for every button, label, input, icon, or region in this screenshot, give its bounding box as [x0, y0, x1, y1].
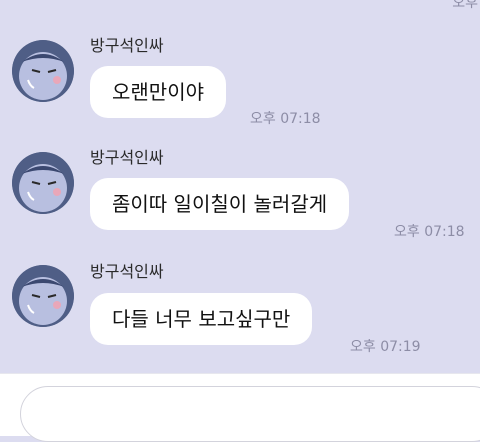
avatar-face-icon: [12, 152, 74, 214]
chat-area: 오후 방구석인싸 오랜만이야 오후 07:18 방구석인싸 좀이따 일이칠이 놀…: [0, 0, 480, 373]
message-time: 오후 07:19: [350, 339, 421, 355]
sender-avatar[interactable]: [12, 265, 74, 327]
message-time: 오후 07:18: [250, 111, 321, 127]
sender-name: 방구석인싸: [90, 262, 164, 281]
sender-avatar[interactable]: [12, 152, 74, 214]
sender-avatar[interactable]: [12, 40, 74, 102]
sender-name: 방구석인싸: [90, 148, 164, 167]
message-bubble[interactable]: 다들 너무 보고싶구만: [90, 293, 313, 345]
message-bubble[interactable]: 오랜만이야: [90, 66, 226, 118]
message-bubble[interactable]: 좀이따 일이칠이 놀러갈게: [90, 178, 350, 230]
message-time: 오후 07:18: [394, 224, 465, 240]
message-input[interactable]: [20, 386, 480, 442]
sender-name: 방구석인싸: [90, 36, 164, 55]
previous-message-time: 오후: [452, 0, 478, 11]
avatar-face-icon: [12, 40, 74, 102]
message-composer: [0, 373, 480, 442]
avatar-face-icon: [12, 265, 74, 327]
